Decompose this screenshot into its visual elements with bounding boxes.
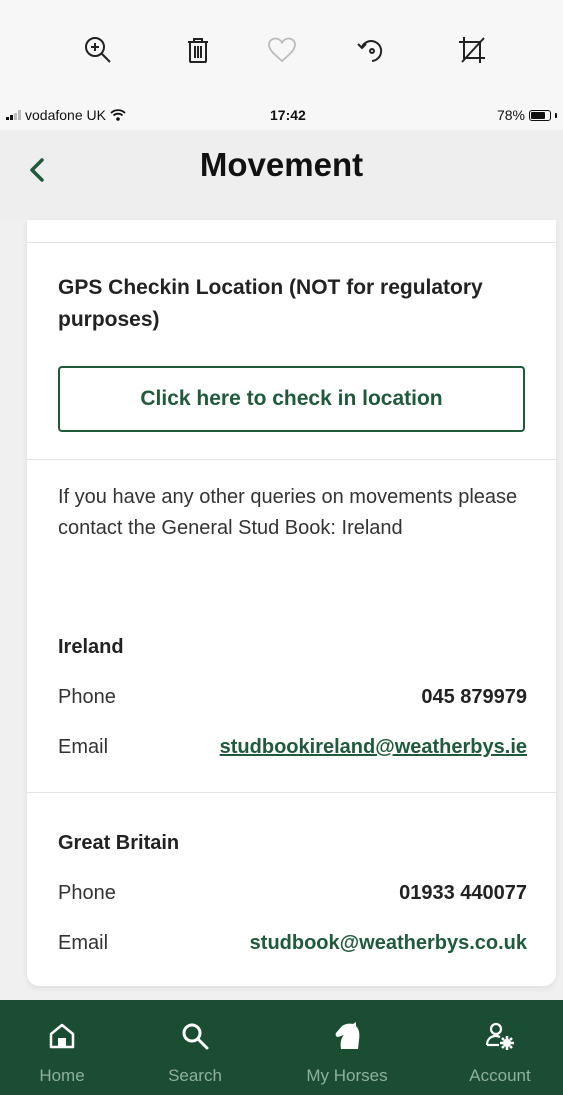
divider	[27, 242, 556, 243]
battery-percent: 78%	[496, 107, 525, 123]
heart-icon[interactable]	[262, 30, 302, 70]
gb-phone[interactable]: 01933 440077	[399, 882, 527, 905]
status-time: 17:42	[270, 107, 306, 123]
nav-label-my-horses: My Horses	[306, 1066, 388, 1085]
photo-toolbar	[0, 0, 563, 100]
crop-icon[interactable]	[452, 30, 492, 70]
gps-section-title: GPS Checkin Location (NOT for regulatory…	[58, 276, 483, 331]
ireland-phone-label: Phone	[58, 686, 116, 708]
account-settings-icon	[484, 1020, 516, 1052]
carrier-name: vodafone UK	[25, 107, 106, 123]
status-bar: vodafone UK 17:42 78%	[0, 100, 563, 130]
battery-icon	[529, 109, 551, 121]
gb-email-label: Email	[58, 932, 109, 954]
zoom-in-icon[interactable]	[78, 30, 118, 70]
ireland-email-label: Email	[58, 736, 109, 758]
great-britain-title: Great Britain	[58, 832, 180, 854]
check-in-location-button[interactable]: Click here to check in location	[58, 366, 525, 432]
nav-label-account: Account	[469, 1066, 531, 1085]
gb-email-link[interactable]: studbook@weatherbys.co.uk	[250, 932, 527, 955]
trash-icon[interactable]	[178, 30, 218, 70]
page-title: Movement	[199, 146, 364, 183]
wifi-icon	[110, 109, 126, 121]
signal-bars-icon	[6, 110, 21, 120]
nav-item-search[interactable]: Search	[140, 1000, 250, 1095]
ireland-email-link[interactable]: studbookireland@weatherbys.ie	[220, 736, 527, 759]
horse-head-icon	[331, 1020, 363, 1052]
page-header: Movement	[0, 130, 563, 220]
nav-label-home: Home	[39, 1066, 85, 1085]
gb-phone-label: Phone	[58, 882, 116, 904]
contact-intro: If you have any other queries on movemen…	[58, 486, 518, 539]
nav-item-home[interactable]: Home	[7, 1000, 117, 1095]
rotate-icon[interactable]	[352, 30, 392, 70]
nav-item-my-horses[interactable]: My Horses	[292, 1000, 402, 1095]
nav-item-account[interactable]: Account	[445, 1000, 555, 1095]
divider	[27, 792, 556, 793]
bottom-nav: Home Search My Horses Account	[0, 1000, 563, 1095]
carrier-info: vodafone UK	[6, 107, 126, 123]
search-icon	[179, 1020, 211, 1052]
nav-label-search: Search	[168, 1066, 222, 1085]
home-icon	[46, 1020, 78, 1052]
battery-info: 78%	[497, 107, 557, 123]
divider	[27, 459, 556, 460]
ireland-title: Ireland	[58, 636, 124, 658]
ireland-phone[interactable]: 045 879979	[421, 686, 527, 709]
movement-card: GPS Checkin Location (NOT for regulatory…	[27, 220, 556, 986]
